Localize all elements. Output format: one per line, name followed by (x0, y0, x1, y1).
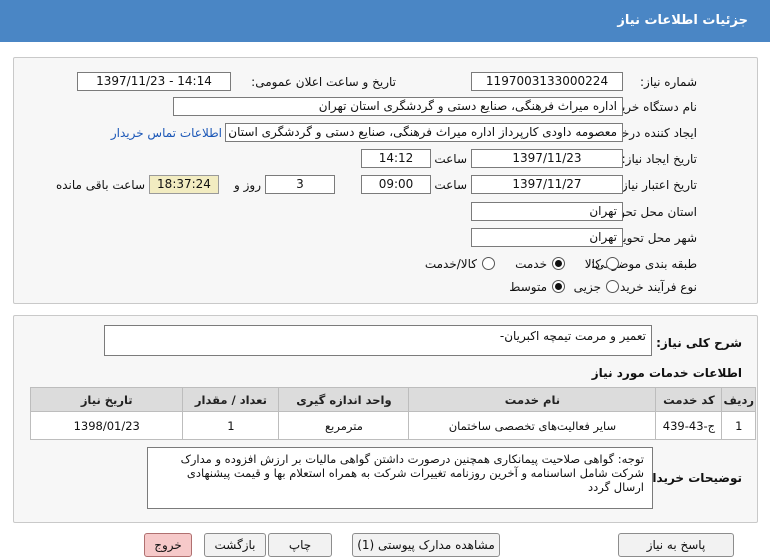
services-section-title: اطلاعات خدمات مورد نیاز (591, 366, 742, 380)
created-time-field: 14:12 (361, 149, 431, 168)
view-attachments-button[interactable]: مشاهده مدارک پیوستی (1) (352, 533, 500, 557)
created-date-label: تاریخ ایجاد نیاز: (621, 152, 697, 166)
cell-code: ج-43-439 (655, 411, 723, 440)
column-row-header: ردیف (721, 387, 756, 412)
purchase-type-label: نوع فرآیند خرید : (612, 280, 697, 294)
services-table-header: ردیف کد خدمت نام خدمت واحد اندازه گیری ت… (29, 387, 756, 412)
valid-date-label: تاریخ اعتبار نیاز: (617, 178, 697, 192)
cell-row: 1 (721, 411, 756, 440)
purchase-minor-label: جزیی (573, 280, 601, 294)
cell-unit: مترمربع (278, 411, 410, 440)
created-date-field: 1397/11/23 (471, 149, 623, 168)
category-goods-label: کالا (584, 257, 601, 271)
table-row: 1 ج-43-439 سایر فعالیت‌های تخصصی ساختمان… (29, 411, 756, 440)
category-service-label: خدمت (515, 257, 547, 271)
valid-date-field: 1397/11/27 (471, 175, 623, 194)
services-panel: شرح کلی نیاز: تعمیر و مرمت تیمچه اکبریان… (13, 315, 758, 523)
valid-time-field: 09:00 (361, 175, 431, 194)
category-both-label: کالا/خدمت (424, 257, 477, 271)
print-button[interactable]: چاپ (268, 533, 332, 557)
need-number-label: شماره نیاز: (640, 75, 697, 89)
exit-button[interactable]: خروج (144, 533, 192, 557)
column-unit-header: واحد اندازه گیری (278, 387, 410, 412)
purchase-medium-label: متوسط (509, 280, 547, 294)
cell-quantity: 1 (182, 411, 280, 440)
notes-label: توضیحات خریدار: (640, 471, 742, 485)
remaining-time-field: 18:37:24 (149, 175, 219, 194)
category-service-radio[interactable] (552, 257, 565, 270)
created-time-label: ساعت (434, 152, 467, 166)
province-field: تهران (471, 202, 623, 221)
window-title: جزئیات اطلاعات نیاز (0, 0, 770, 42)
cell-name: سایر فعالیت‌های تخصصی ساختمان (408, 411, 657, 440)
announce-field: 1397/11/23 - 14:14 (77, 72, 231, 91)
description-label: شرح کلی نیاز: (656, 336, 742, 350)
purchase-medium-radio[interactable] (552, 280, 565, 293)
city-field: تهران (471, 228, 623, 247)
details-panel: شماره نیاز: 1197003133000224 تاریخ و ساع… (13, 57, 758, 304)
creator-field: معصومه داودی کارپرداز اداره میراث فرهنگی… (225, 123, 623, 142)
column-name-header: نام خدمت (408, 387, 657, 412)
days-label: روز و (234, 178, 261, 192)
services-table: ردیف کد خدمت نام خدمت واحد اندازه گیری ت… (29, 387, 756, 440)
need-number-field: 1197003133000224 (471, 72, 623, 91)
column-date-header: تاریخ نیاز (29, 387, 184, 412)
notes-field: توجه: گواهی صلاحیت پیمانکاری همچنین درصو… (147, 447, 653, 509)
category-both-radio[interactable] (482, 257, 495, 270)
announce-label: تاریخ و ساعت اعلان عمومی: (251, 75, 396, 89)
buyer-field: اداره میراث فرهنگی، صنایع دستی و گردشگری… (173, 97, 623, 116)
remaining-label: ساعت باقی مانده (55, 178, 145, 192)
category-goods-radio[interactable] (606, 257, 619, 270)
back-button[interactable]: بازگشت (204, 533, 266, 557)
description-field: تعمیر و مرمت تیمچه اکبریان- (104, 325, 652, 356)
days-field: 3 (265, 175, 335, 194)
city-label: شهر محل تحویل: (610, 231, 697, 245)
column-code-header: کد خدمت (655, 387, 723, 412)
valid-time-label: ساعت (434, 178, 467, 192)
column-quantity-header: تعداد / مقدار (182, 387, 280, 412)
buyer-contact-link[interactable]: اطلاعات تماس خریدار (111, 126, 222, 140)
respond-button[interactable]: پاسخ به نیاز (618, 533, 734, 557)
purchase-minor-radio[interactable] (606, 280, 619, 293)
cell-date: 1398/01/23 (29, 411, 184, 440)
